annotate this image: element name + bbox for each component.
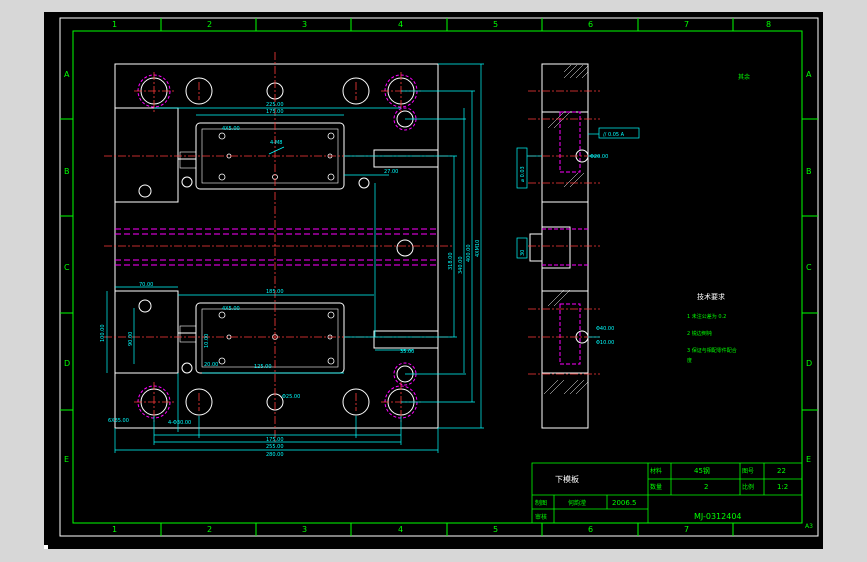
dim-175-bottom: 175.00 (266, 437, 284, 443)
tolerance-frame-2: ⌀ 0.03 (520, 166, 526, 182)
col-label: 4 (398, 20, 403, 29)
col-label: 7 (684, 20, 689, 29)
note-1: 1 未注公差为 0.2 (687, 313, 726, 320)
material-value: 45钢 (694, 466, 710, 475)
col-label: 7 (684, 525, 689, 534)
col-label: 5 (493, 20, 498, 29)
qty-value: 2 (704, 483, 708, 491)
dim-4phi30: 4-Φ30.00 (168, 420, 191, 426)
note-2: 2 锐边倒钝 (687, 330, 712, 337)
dim-125: 125.00 (254, 364, 272, 370)
dim-10: 10.00 (204, 334, 210, 348)
row-label: B (806, 167, 812, 176)
drawn-label: 制图 (535, 499, 547, 507)
dim-225: 225.00 (266, 102, 284, 108)
front-dimensions: 225.00 175.00 185.00 70.00 100.00 90.00 … (100, 102, 481, 458)
corner-marker (44, 545, 48, 549)
row-label: C (806, 263, 812, 272)
dim-27: 27.00 (384, 169, 398, 175)
col-label: 4 (398, 525, 403, 534)
drawing-code: MJ-0312404 (694, 512, 742, 521)
material-label: 材料 (650, 467, 662, 475)
col-label: 6 (588, 525, 593, 534)
drawing-no: 22 (777, 467, 786, 475)
dim-phi10: Φ10.00 (596, 340, 614, 346)
col-label: 1 (112, 525, 117, 534)
side-view: // 0.05 A ⌀ 0.03 30 Φ20.00 Φ40.00 Φ10.00 (516, 63, 640, 429)
col-label: 3 (302, 20, 307, 29)
tolerance-frame: // 0.05 A (603, 132, 625, 138)
outer-frame (59, 17, 819, 537)
part-name: 下模板 (555, 474, 579, 484)
notes-block: 其余 技术要求 1 未注公差为 0.2 2 锐边倒钝 3 保证与相配零件配合 度 (687, 73, 750, 364)
dim-318: 318.00 (448, 253, 454, 271)
row-label: D (64, 359, 70, 368)
dim-6x35: 6X35.00 (108, 418, 129, 424)
zone-ticks (60, 18, 818, 536)
cad-drawing: 1 2 3 4 5 6 7 8 1 2 3 4 5 6 7 A B C D E … (59, 17, 819, 537)
qty-label: 数量 (650, 483, 662, 491)
dim-255: 255.00 (266, 444, 284, 450)
date-value: 2006.5 (612, 499, 637, 507)
dim-70: 70.00 (139, 282, 153, 288)
dim-90: 90.00 (128, 332, 134, 346)
dim-phi25: Φ25.00 (282, 394, 300, 400)
note-3: 3 保证与相配零件配合 (687, 347, 737, 354)
dim-4x5-top: 4X5.00 (222, 126, 240, 132)
row-label: E (806, 455, 811, 464)
col-label: 2 (207, 525, 212, 534)
dim-20: 20.00 (204, 362, 218, 368)
row-label: E (64, 455, 69, 464)
drawer-name: 何韵滢 (568, 499, 586, 507)
drawing-viewport: 1 2 3 4 5 6 7 8 1 2 3 4 5 6 7 A B C D E … (44, 12, 823, 549)
dim-100: 100.00 (100, 325, 106, 343)
row-label: C (64, 263, 70, 272)
scale-label: 比例 (742, 483, 754, 491)
dim-phi20: Φ20.00 (590, 154, 608, 160)
note-3-cont: 度 (687, 357, 692, 364)
scale-value: 1:2 (777, 483, 788, 491)
front-view: 225.00 175.00 185.00 70.00 100.00 90.00 … (100, 52, 484, 458)
sheet-size: A3 (805, 523, 813, 530)
other-rough-label: 其余 (738, 73, 750, 81)
col-label: 1 (112, 20, 117, 29)
dim-35: 35.00 (400, 349, 414, 355)
col-label: 8 (766, 20, 771, 29)
row-label: A (806, 70, 812, 79)
drawing-no-label: 图号 (742, 468, 754, 475)
dim-280: 280.00 (266, 452, 284, 458)
dim-185: 185.00 (266, 289, 284, 295)
row-label: B (64, 167, 70, 176)
dim-msp: 4-M8 (270, 140, 282, 146)
notes-title: 技术要求 (697, 292, 725, 301)
row-label: D (806, 359, 812, 368)
row-label: A (64, 70, 70, 79)
dim-400: 400.00 (466, 245, 472, 263)
title-block: 下模板 材料 45钢 图号 22 数量 2 比例 1:2 制图 何韵滢 2006… (531, 462, 813, 530)
review-label: 审核 (535, 513, 547, 521)
dim-side: 30 (520, 250, 526, 256)
dim-4x5-bottom: 4X5.00 (222, 306, 240, 312)
right-slot-bottom (373, 330, 439, 349)
dim-phi40: Φ40.00 (596, 326, 614, 332)
col-label: 2 (207, 20, 212, 29)
right-slot-top (373, 149, 439, 168)
dim-175-top: 175.00 (266, 109, 284, 115)
col-label: 5 (493, 525, 498, 534)
dim-4m: 4XM10 (475, 240, 481, 257)
dim-340: 340.00 (458, 257, 464, 275)
col-label: 3 (302, 525, 307, 534)
col-label: 6 (588, 20, 593, 29)
